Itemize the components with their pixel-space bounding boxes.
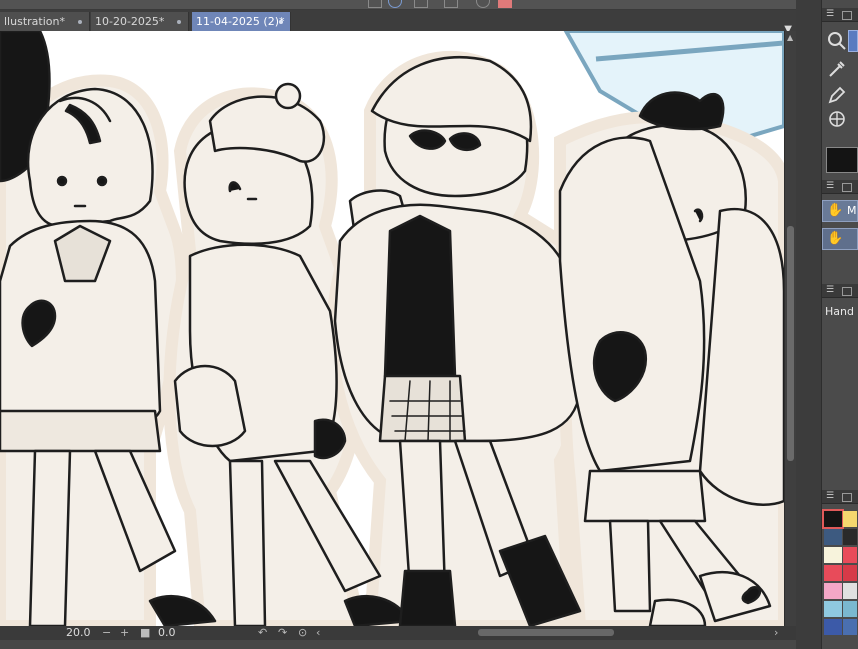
palette-swatch[interactable] bbox=[843, 583, 857, 599]
zoom-fit-icon[interactable]: ■ bbox=[140, 626, 150, 639]
scroll-left-icon[interactable]: ‹ bbox=[316, 626, 320, 639]
tool-property-name: Hand bbox=[825, 305, 854, 318]
panel-header-color-set: ☰ bbox=[822, 490, 858, 504]
hand-icon: ✋ bbox=[827, 203, 844, 218]
panel-tab-icon[interactable] bbox=[842, 11, 852, 20]
artwork bbox=[0, 31, 784, 626]
subtool-item-move-layer[interactable]: ✋ M bbox=[822, 200, 858, 222]
tab-label: 10-20-2025* bbox=[95, 15, 165, 28]
tab-label: llustration* bbox=[4, 15, 65, 28]
top-toolbar bbox=[0, 0, 822, 10]
status-bar: 20.0 − + ■ 0.0 ↶ ↷ ⊙ ‹ › bbox=[0, 626, 796, 640]
palette-swatch[interactable] bbox=[843, 547, 857, 563]
palette-swatch[interactable] bbox=[824, 547, 842, 563]
tab-illustration[interactable]: llustration* bbox=[0, 12, 90, 31]
vertical-scrollbar[interactable]: ▲ bbox=[784, 31, 796, 626]
rotation-value[interactable]: 0.0 bbox=[158, 626, 176, 639]
panel-menu-icon[interactable]: ☰ bbox=[826, 491, 834, 501]
toolbar-button[interactable] bbox=[368, 0, 382, 8]
panel-menu-icon[interactable]: ☰ bbox=[826, 181, 834, 191]
palette-swatch[interactable] bbox=[843, 529, 857, 545]
panel-menu-icon[interactable]: ☰ bbox=[826, 9, 834, 19]
tab-close-icon[interactable] bbox=[279, 20, 283, 24]
palette-swatch[interactable] bbox=[843, 565, 857, 581]
globe-icon[interactable] bbox=[826, 108, 848, 130]
bottom-edge bbox=[0, 640, 822, 649]
palette-swatch[interactable] bbox=[824, 619, 842, 635]
selected-tool-indicator[interactable] bbox=[848, 30, 858, 52]
panel-tab-icon[interactable] bbox=[842, 183, 852, 192]
palette-swatch[interactable] bbox=[843, 511, 857, 527]
scroll-right-icon[interactable]: › bbox=[774, 626, 778, 639]
tab-close-icon[interactable] bbox=[78, 20, 82, 24]
panel-header-subtools: ☰ bbox=[822, 180, 858, 194]
vertical-scroll-thumb[interactable] bbox=[787, 226, 794, 461]
subtool-item-hand[interactable]: ✋ bbox=[822, 228, 858, 250]
rotate-left-icon[interactable]: ↶ bbox=[258, 626, 267, 639]
palette-swatch[interactable] bbox=[843, 601, 857, 617]
subtool-label: M bbox=[847, 204, 857, 217]
tab-close-icon[interactable] bbox=[177, 20, 181, 24]
rotate-right-icon[interactable]: ↷ bbox=[278, 626, 287, 639]
panel-tab-icon[interactable] bbox=[842, 287, 852, 296]
horizontal-scroll-thumb[interactable] bbox=[478, 629, 614, 636]
panel-menu-icon[interactable]: ☰ bbox=[826, 285, 834, 295]
toolbar-button[interactable] bbox=[414, 0, 428, 8]
palette-swatch[interactable] bbox=[824, 601, 842, 617]
zoom-out-icon[interactable]: − bbox=[102, 626, 111, 639]
app-window: llustration* 10-20-2025* 11-04-2025 (2)*… bbox=[0, 0, 858, 649]
palette-swatch[interactable] bbox=[843, 619, 857, 635]
toolbar-button[interactable] bbox=[444, 0, 458, 8]
zoom-icon[interactable] bbox=[826, 30, 848, 52]
tab-label: 11-04-2025 (2)* bbox=[196, 15, 285, 28]
document-tab-bar: llustration* 10-20-2025* 11-04-2025 (2)*… bbox=[0, 10, 822, 35]
scroll-up-icon[interactable]: ▲ bbox=[787, 33, 793, 42]
right-dock: ☰ ☰ ✋ M ✋ ☰ Hand ☰ bbox=[796, 0, 858, 649]
palette-swatch[interactable] bbox=[824, 565, 842, 581]
panel-header-tool-property: ☰ bbox=[822, 284, 858, 298]
zoom-value[interactable]: 20.0 bbox=[66, 626, 91, 639]
toolbar-button[interactable] bbox=[476, 0, 490, 8]
color-indicator[interactable] bbox=[498, 0, 512, 8]
tool-panel: ☰ ☰ ✋ M ✋ ☰ Hand ☰ bbox=[822, 0, 858, 649]
dock-collapse-bar[interactable] bbox=[796, 0, 822, 649]
pen-icon[interactable] bbox=[826, 84, 848, 106]
main-color-swatch[interactable] bbox=[826, 147, 858, 173]
drawing-canvas[interactable] bbox=[0, 31, 784, 626]
eyedropper-icon[interactable] bbox=[826, 58, 848, 80]
panel-header-tools: ☰ bbox=[822, 8, 858, 22]
tab-11-04-2025-2[interactable]: 11-04-2025 (2)* bbox=[192, 12, 291, 31]
toolbar-button[interactable] bbox=[388, 0, 402, 8]
zoom-in-icon[interactable]: + bbox=[120, 626, 129, 639]
hand-icon: ✋ bbox=[827, 231, 844, 246]
palette-swatch[interactable] bbox=[824, 583, 842, 599]
palette-swatch[interactable] bbox=[822, 509, 844, 529]
reset-rotation-icon[interactable]: ⊙ bbox=[298, 626, 307, 639]
tab-10-20-2025[interactable]: 10-20-2025* bbox=[91, 12, 189, 31]
panel-tab-icon[interactable] bbox=[842, 493, 852, 502]
palette-swatch[interactable] bbox=[824, 529, 842, 545]
